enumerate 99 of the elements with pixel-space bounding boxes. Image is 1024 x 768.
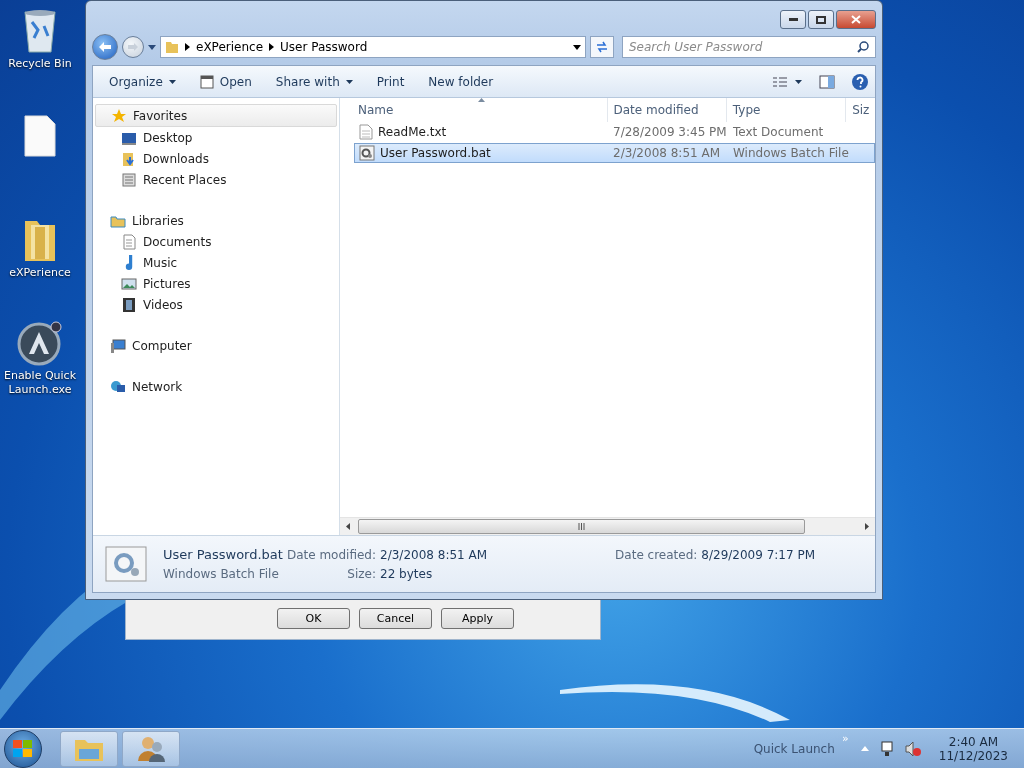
toolbar-button[interactable]: Open (189, 70, 262, 93)
restore-icon (816, 15, 826, 24)
computer-icon (110, 337, 126, 354)
breadcrumb[interactable]: User Password (280, 40, 368, 54)
star-icon (111, 107, 127, 124)
horizontal-scrollbar[interactable] (340, 517, 875, 535)
chevron-icon (269, 43, 275, 51)
document-icon (121, 233, 137, 250)
music-note-icon (125, 255, 133, 270)
users-icon (136, 734, 166, 763)
text-file-icon (359, 124, 373, 140)
back-button[interactable] (92, 34, 118, 60)
picture-icon (121, 275, 137, 292)
menu-button[interactable]: Share with (265, 70, 363, 93)
window-icon (121, 171, 137, 188)
nav-item[interactable]: Recent Places (93, 169, 339, 190)
app-icon (17, 320, 63, 366)
nav-item[interactable]: Pictures (93, 273, 339, 294)
toolbar-button[interactable]: New folder (418, 70, 504, 93)
minimize-button[interactable] (780, 10, 806, 29)
field-value: 2/3/2008 8:51 AM (380, 548, 488, 562)
table-cell-text: 2/3/2008 8:51 AM (613, 146, 722, 160)
view-options-icon[interactable] (773, 75, 803, 88)
file-name: ReadMe.txt (378, 125, 447, 139)
search-icon (857, 41, 869, 53)
field-label: Date created: (615, 548, 698, 562)
forward-button[interactable] (122, 36, 144, 58)
gear-window-icon (359, 145, 375, 161)
folder-icon (165, 40, 179, 54)
network-icon[interactable] (878, 740, 895, 757)
chevron-icon (185, 43, 190, 51)
field-value: 8/29/2009 7:17 PM (701, 548, 816, 562)
flag-logo-icon (13, 739, 33, 758)
recycle-bin-icon (22, 8, 58, 54)
column-header[interactable]: Type (725, 98, 846, 122)
desktop-icon-label[interactable]: Enable Quick Launch.exe (0, 369, 82, 397)
close-button[interactable] (836, 10, 876, 29)
nav-item[interactable]: Videos (93, 294, 339, 315)
table-cell-text: Text Document (733, 125, 825, 139)
file-name: User Password.bat (380, 146, 491, 160)
gear-window-icon (105, 546, 147, 582)
toolbar-button[interactable]: Print (366, 70, 415, 93)
nav-item[interactable]: Favorites (95, 104, 337, 127)
breadcrumb[interactable]: eXPerience (196, 40, 264, 54)
search-field[interactable]: Search User Password (629, 37, 857, 57)
history-dropdown-icon[interactable] (148, 44, 156, 50)
muted-speaker-icon[interactable] (904, 740, 921, 757)
file-row[interactable]: ReadMe.txt 7/28/2009 3:45 PM Text Document (354, 122, 875, 142)
folder-icon (121, 150, 137, 167)
nav-item[interactable]: Libraries (93, 210, 339, 231)
nav-item[interactable]: Music (93, 252, 339, 273)
nav-item[interactable]: Computer (93, 335, 339, 356)
nav-item[interactable]: Documents (93, 231, 339, 252)
window-icon (199, 74, 214, 89)
left-arrow-icon (346, 523, 350, 530)
field-label: Size: (346, 567, 377, 581)
dialog-button[interactable]: OK (277, 607, 350, 629)
desktop-icon-label[interactable]: eXPerience (9, 266, 71, 280)
caret-icon (168, 79, 176, 84)
refresh-button[interactable] (590, 36, 614, 58)
file-name: User Password.bat (163, 547, 283, 562)
column-header[interactable]: Siz (845, 98, 875, 122)
field-value: 22 bytes (380, 567, 434, 581)
dialog-button[interactable]: Apply (441, 607, 514, 629)
table-cell-text: 7/28/2009 3:45 PM (613, 125, 728, 139)
sort-arrow-icon (478, 98, 485, 102)
file-row[interactable]: User Password.bat 2/3/2008 8:51 AM Windows Batch File (354, 143, 875, 163)
search-box[interactable]: Search User Password (622, 36, 876, 58)
back-arrow-icon (99, 42, 111, 52)
nav-item[interactable]: Network (93, 376, 339, 397)
table-cell-text: Windows Batch File (733, 146, 850, 160)
nav-item[interactable]: Desktop (93, 127, 339, 148)
nav-item[interactable]: Downloads (93, 148, 339, 169)
taskbar-button[interactable] (122, 730, 180, 767)
dropdown-icon[interactable] (573, 44, 581, 50)
refresh-icon (595, 41, 609, 53)
column-header[interactable]: Name (352, 98, 607, 122)
column-header[interactable]: Date modified (606, 98, 726, 122)
forward-arrow-icon (128, 43, 138, 51)
minimize-icon (788, 18, 798, 21)
grip-icon (578, 523, 585, 530)
file-type: Windows Batch File (163, 567, 280, 581)
close-icon (851, 15, 861, 24)
start-button[interactable] (4, 729, 42, 768)
help-icon[interactable] (851, 72, 869, 91)
dialog-button[interactable]: Cancel (359, 607, 432, 629)
clock[interactable]: 2:40 AM 11/12/2023 (938, 734, 1008, 763)
right-arrow-icon (865, 523, 869, 530)
preview-pane-icon[interactable] (819, 74, 835, 89)
address-bar[interactable]: eXPerience User Password (160, 36, 586, 58)
menu-button[interactable]: Organize (99, 70, 186, 93)
field-label: Date modified: (286, 548, 377, 562)
film-icon (121, 296, 137, 313)
globe-icon (110, 378, 126, 395)
desktop-icon-label[interactable]: Recycle Bin (8, 57, 72, 71)
maximize-button[interactable] (808, 10, 834, 29)
caret-icon (345, 79, 353, 84)
scroll-thumb[interactable] (358, 519, 805, 534)
file-icon (24, 115, 56, 157)
